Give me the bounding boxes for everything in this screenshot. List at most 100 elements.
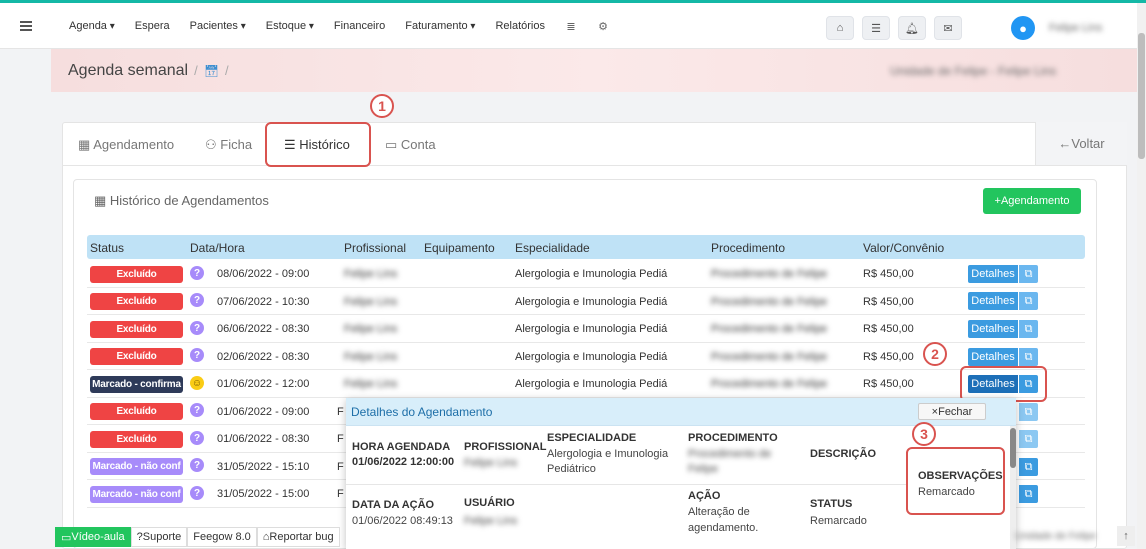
video-icon: ▭ <box>61 531 72 544</box>
smile-icon[interactable]: ☺ <box>190 376 204 390</box>
row-valor: R$ 450,00 <box>863 296 914 308</box>
th-profissional[interactable]: Profissional <box>344 241 406 255</box>
video-aula-button[interactable]: ▭ Vídeo-aula <box>55 527 131 547</box>
page-scrollbar-thumb[interactable] <box>1138 33 1145 159</box>
popup-title: Detalhes do Agendamento <box>351 405 493 419</box>
row-procedimento: Procedimento de Felipe <box>711 268 828 280</box>
close-button[interactable]: × Fechar <box>918 403 986 420</box>
row-profissional: Felipe Lins <box>344 378 398 390</box>
reportar-bug-button[interactable]: ⌂ Reportar bug <box>256 527 340 547</box>
checklist-icon[interactable]: ☰ <box>862 16 890 40</box>
profissional-value: Felipe Lins <box>464 457 518 469</box>
arrow-left-icon: ← <box>1058 136 1072 151</box>
question-icon[interactable]: ? <box>190 321 204 335</box>
external-link-icon[interactable]: ⧉ <box>1019 265 1038 283</box>
row-especialidade: Alergologia e Imunologia Pediá <box>515 351 668 363</box>
suporte-button[interactable]: ? Suporte <box>130 527 188 547</box>
external-link-icon[interactable]: ⧉ <box>1019 430 1038 448</box>
procedimento-label: PROCEDIMENTO <box>688 432 778 444</box>
settings-gear-icon[interactable]: ⚙ <box>597 20 609 33</box>
tab-ficha[interactable]: ⚇ Ficha <box>205 137 252 153</box>
nav-right-tools: ⌂ ☰ 🔔︎ ✉ <box>826 16 962 40</box>
row-datetime: 02/06/2022 - 08:30 <box>217 351 310 363</box>
th-especialidade[interactable]: Especialidade <box>515 241 590 255</box>
row-valor: R$ 450,00 <box>863 351 914 363</box>
question-icon[interactable]: ? <box>190 486 204 500</box>
menu-faturamento[interactable]: Faturamento <box>405 20 475 33</box>
status-badge: Marcado - confirma <box>90 376 183 393</box>
calendar-icon[interactable]: 📅︎ <box>204 64 219 78</box>
row-procedimento: Procedimento de Felipe <box>711 296 828 308</box>
popup-scrollbar-thumb[interactable] <box>1010 428 1016 468</box>
tab-conta-label: Conta <box>400 137 436 152</box>
database-icon[interactable]: ≣ <box>565 20 577 33</box>
external-link-icon[interactable]: ⧉ <box>1019 348 1038 366</box>
menu-pacientes[interactable]: Pacientes <box>190 20 246 33</box>
voltar-button[interactable]: ← Voltar <box>1035 122 1127 165</box>
menu-espera[interactable]: Espera <box>135 20 170 33</box>
tab-conta[interactable]: ▭ Conta <box>385 137 436 153</box>
top-navbar: Agenda Espera Pacientes Estoque Financei… <box>0 3 1146 49</box>
row-procedimento: Procedimento de Felipe <box>711 323 828 335</box>
row-especialidade: Alergologia e Imunologia Pediá <box>515 378 668 390</box>
footer-unit: Unidade de Felipe <box>1015 531 1097 542</box>
th-procedimento[interactable]: Procedimento <box>711 241 785 255</box>
page-scrollbar[interactable] <box>1137 3 1146 549</box>
acao-label: AÇÃO <box>688 490 721 502</box>
th-datahora[interactable]: Data/Hora <box>190 241 245 255</box>
th-status[interactable]: Status <box>90 241 124 255</box>
question-icon[interactable]: ? <box>190 266 204 280</box>
question-icon[interactable]: ? <box>190 458 204 472</box>
question-icon[interactable]: ? <box>190 293 204 307</box>
question-icon[interactable]: ? <box>190 348 204 362</box>
especialidade-value-1: Alergologia e Imunologia <box>547 448 669 460</box>
scroll-up-icon[interactable]: ↑ <box>1117 526 1135 546</box>
details-button[interactable]: Detalhes <box>968 265 1018 283</box>
row-profissional: F <box>337 406 344 418</box>
menu-financeiro[interactable]: Financeiro <box>334 20 385 33</box>
usuario-label: USUÁRIO <box>464 497 515 509</box>
row-procedimento: Procedimento de Felipe <box>711 378 828 390</box>
money-icon: ▭ <box>385 137 401 152</box>
hamburger-menu-icon[interactable] <box>20 21 32 31</box>
details-button[interactable]: Detalhes <box>968 320 1018 338</box>
question-icon[interactable]: ? <box>190 431 204 445</box>
question-icon[interactable]: ? <box>190 403 204 417</box>
menu-relatorios[interactable]: Relatórios <box>495 20 545 33</box>
version-label: Feegow 8.0 <box>187 527 257 547</box>
external-link-icon[interactable]: ⧉ <box>1019 458 1038 476</box>
bug-icon: ⌂ <box>262 531 270 543</box>
user-name[interactable]: Felipe Lins <box>1049 22 1102 34</box>
page-title: Agenda semanal <box>68 62 189 79</box>
procedimento-value-2: Felipe <box>688 463 718 475</box>
row-datetime: 01/06/2022 - 08:30 <box>217 433 310 445</box>
descricao-label: DESCRIÇÃO <box>810 448 877 460</box>
external-link-icon[interactable]: ⧉ <box>1019 320 1038 338</box>
tab-agendamento[interactable]: ▦ Agendamento <box>78 137 174 153</box>
close-label: Fechar <box>938 405 973 418</box>
menu-agenda[interactable]: Agenda <box>69 20 115 33</box>
external-link-icon[interactable]: ⧉ <box>1019 292 1038 310</box>
external-link-icon[interactable]: ⧉ <box>1019 485 1038 503</box>
external-link-icon[interactable]: ⧉ <box>1019 403 1038 421</box>
row-especialidade: Alergologia e Imunologia Pediá <box>515 268 668 280</box>
chat-icon[interactable]: ✉ <box>934 16 962 40</box>
details-button[interactable]: Detalhes <box>968 348 1018 366</box>
especialidade-value-2: Pediátrico <box>547 463 596 475</box>
status-badge: Excluído <box>90 266 183 283</box>
status-badge: Marcado - não conf <box>90 458 183 475</box>
bell-icon[interactable]: 🔔︎ <box>898 16 926 40</box>
calendar-icon: ▦ <box>78 137 94 152</box>
inbox-icon[interactable]: ⌂ <box>826 16 854 40</box>
row-profissional: Felipe Lins <box>344 351 398 363</box>
add-agendamento-button[interactable]: + Agendamento <box>983 188 1081 214</box>
menu-estoque[interactable]: Estoque <box>266 20 314 33</box>
user-avatar[interactable]: ● <box>1011 16 1035 40</box>
breadcrumb: Agenda semanal / 📅︎ / <box>68 62 229 79</box>
th-valor[interactable]: Valor/Convênio <box>863 241 944 255</box>
calendar-icon: ▦ <box>94 193 110 208</box>
row-profissional: Felipe Lins <box>344 268 398 280</box>
th-equipamento[interactable]: Equipamento <box>424 241 495 255</box>
details-button[interactable]: Detalhes <box>968 292 1018 310</box>
acao-value-2: agendamento. <box>688 522 759 534</box>
